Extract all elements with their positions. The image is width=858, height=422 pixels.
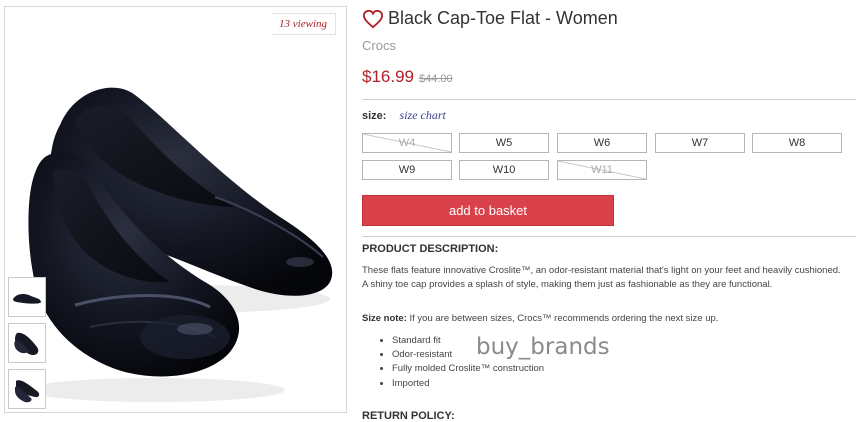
price-block: $16.99 $44.00: [362, 67, 453, 87]
size-option-w9[interactable]: W9: [362, 160, 452, 180]
list-item: Imported: [392, 377, 544, 391]
original-price: $44.00: [419, 73, 453, 85]
list-item: Fully molded Croslite™ construction: [392, 362, 544, 376]
thumbnail-strip: [8, 277, 48, 415]
size-note: Size note: If you are between sizes, Cro…: [362, 313, 718, 324]
thumbnail-side-view[interactable]: [8, 277, 46, 317]
viewing-count-tag: 13 viewing: [262, 13, 336, 35]
sale-price: $16.99: [362, 67, 414, 86]
product-brand[interactable]: Crocs: [362, 38, 396, 53]
size-option-w5[interactable]: W5: [459, 133, 549, 153]
size-option-w11: W11: [557, 160, 647, 180]
size-label: size:: [362, 110, 387, 122]
size-note-label: Size note:: [362, 313, 407, 324]
return-policy-heading: RETURN POLICY:: [362, 410, 455, 422]
size-option-w6[interactable]: W6: [557, 133, 647, 153]
size-option-w8[interactable]: W8: [752, 133, 842, 153]
add-to-basket-button[interactable]: add to basket: [362, 195, 614, 226]
size-option-w4: W4: [362, 133, 452, 153]
shoe-pair-thumb: [15, 380, 40, 403]
product-title: Black Cap-Toe Flat - Women: [388, 8, 618, 28]
shoe-side-view-thumb: [13, 294, 41, 304]
black-flat-shoe-image: [25, 87, 333, 402]
divider: [362, 99, 856, 100]
shoe-top-view-thumb: [14, 332, 39, 356]
description-heading: PRODUCT DESCRIPTION:: [362, 243, 499, 255]
size-option-w10[interactable]: W10: [459, 160, 549, 180]
size-note-text: If you are between sizes, Crocs™ recomme…: [406, 313, 719, 324]
thumbnail-top-view[interactable]: [8, 323, 46, 363]
divider: [362, 236, 856, 237]
size-header: size: size chart: [362, 108, 446, 123]
watermark-text: buy_brands: [476, 334, 610, 360]
thumbnail-pair-view[interactable]: [8, 369, 46, 409]
size-chart-link[interactable]: size chart: [400, 108, 446, 122]
heart-icon[interactable]: [362, 9, 384, 29]
product-gallery: 13 viewing: [4, 6, 347, 413]
description-text: These flats feature innovative Croslite™…: [362, 265, 841, 290]
title-row: Black Cap-Toe Flat - Women: [362, 8, 618, 29]
size-option-w7[interactable]: W7: [655, 133, 745, 153]
